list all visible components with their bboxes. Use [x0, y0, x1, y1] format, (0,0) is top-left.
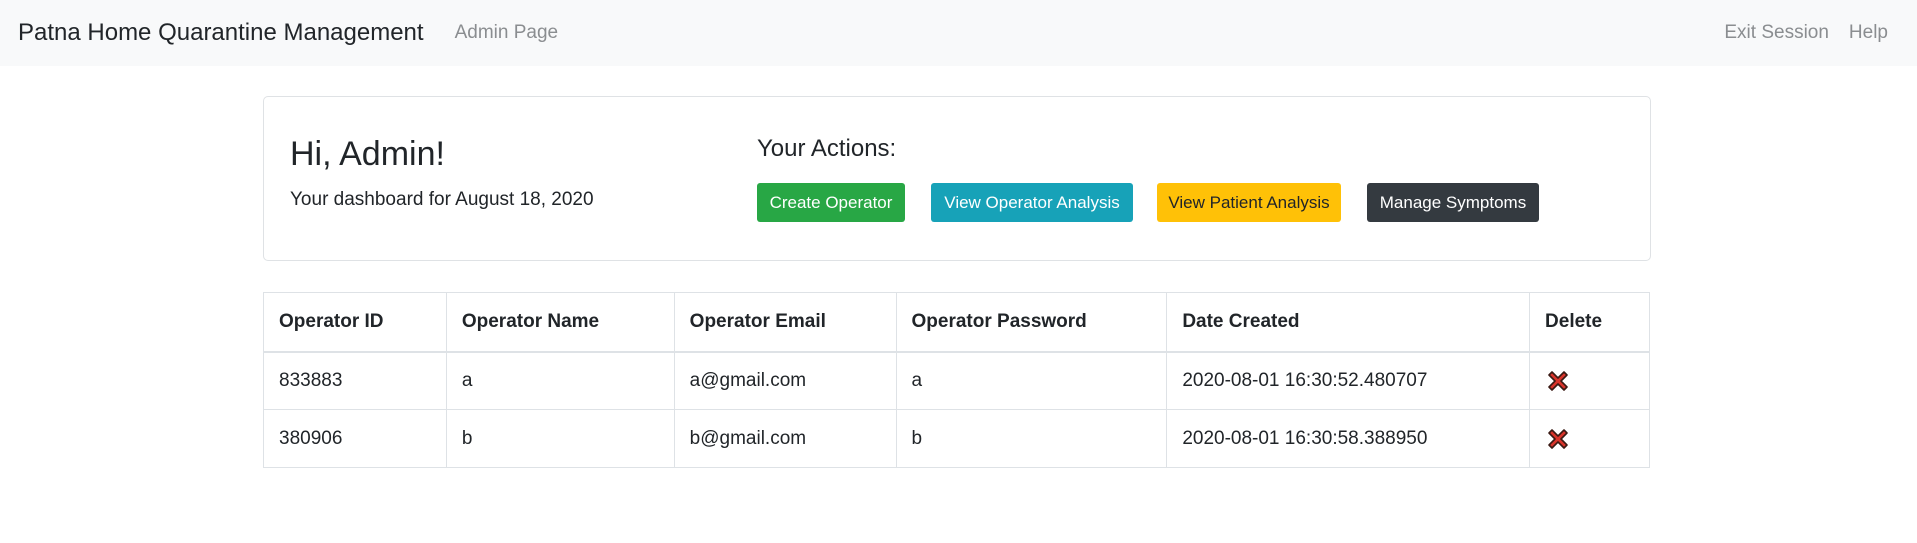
create-operator-button[interactable]: Create Operator — [757, 183, 905, 222]
operator-email-cell: b@gmail.com — [673, 409, 897, 468]
operator-email-cell: a@gmail.com — [673, 351, 897, 410]
exit-session-link[interactable]: Exit Session — [1724, 22, 1829, 44]
column-header: Delete — [1529, 292, 1650, 353]
table-header-row: Operator ID Operator Name Operator Email… — [263, 292, 1650, 353]
delete-cell — [1529, 351, 1650, 410]
actions-heading: Your Actions: — [757, 135, 897, 162]
delete-cell — [1529, 409, 1650, 468]
operator-password-cell: a — [895, 351, 1168, 410]
navbar-right: Exit Session Help — [1724, 0, 1888, 66]
dashboard-card: Hi, Admin! Your dashboard for August 18,… — [263, 96, 1651, 261]
manage-symptoms-button[interactable]: Manage Symptoms — [1367, 183, 1539, 222]
date-created-cell: 2020-08-01 16:30:52.480707 — [1166, 351, 1531, 410]
delete-x-icon[interactable] — [1545, 426, 1571, 452]
table-row: 380906 b b@gmail.com b 2020-08-01 16:30:… — [263, 409, 1650, 468]
column-header: Date Created — [1166, 292, 1531, 353]
view-patient-analysis-button[interactable]: View Patient Analysis — [1157, 183, 1341, 222]
table-row: 833883 a a@gmail.com a 2020-08-01 16:30:… — [263, 351, 1650, 410]
delete-x-icon[interactable] — [1545, 368, 1571, 394]
brand-title[interactable]: Patna Home Quarantine Management — [18, 19, 424, 47]
admin-page-link[interactable]: Admin Page — [455, 22, 559, 44]
help-link[interactable]: Help — [1849, 22, 1888, 44]
top-navbar: Patna Home Quarantine Management Admin P… — [0, 0, 1917, 66]
operator-password-cell: b — [895, 409, 1168, 468]
operator-id-cell: 380906 — [263, 409, 447, 468]
operator-name-cell: a — [445, 351, 675, 410]
view-operator-analysis-button[interactable]: View Operator Analysis — [931, 183, 1133, 222]
column-header: Operator Password — [895, 292, 1168, 353]
operators-table: Operator ID Operator Name Operator Email… — [263, 292, 1650, 468]
column-header: Operator Name — [445, 292, 675, 353]
column-header: Operator ID — [263, 292, 447, 353]
operator-name-cell: b — [445, 409, 675, 468]
operators-table-container: Operator ID Operator Name Operator Email… — [263, 292, 1650, 468]
dashboard-date-text: Your dashboard for August 18, 2020 — [290, 189, 594, 210]
operator-id-cell: 833883 — [263, 351, 447, 410]
column-header: Operator Email — [673, 292, 897, 353]
date-created-cell: 2020-08-01 16:30:58.388950 — [1166, 409, 1531, 468]
greeting-heading: Hi, Admin! — [290, 135, 445, 173]
